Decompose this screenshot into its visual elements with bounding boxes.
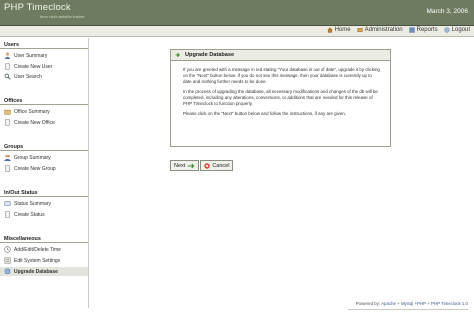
panel-paragraph-1: If you are greeted with a message in red… (183, 67, 380, 84)
sidebar-section-groups: Groups (0, 143, 88, 151)
clock-icon (4, 246, 11, 253)
user-icon (4, 52, 11, 59)
database-icon (4, 268, 11, 275)
sidebar-item-upgrade-database[interactable]: Upgrade Database (0, 267, 88, 276)
logout-icon (444, 27, 450, 33)
nav-logout-label: Logout (451, 27, 470, 33)
office-icon (4, 109, 11, 115)
nav-home-label: Home (334, 27, 351, 33)
sidebar-item-add-edit-delete-time[interactable]: Add/Edit/Delete Time (4, 245, 88, 254)
sidebar-item-create-status[interactable]: Create Status (4, 210, 88, 219)
panel-header: Upgrade Database (171, 50, 390, 61)
sidebar: Users User Summary Create New User User … (0, 38, 89, 308)
footer-link-apache[interactable]: Apache (381, 301, 396, 306)
footer-powered-by: Powered by: (355, 301, 381, 306)
sidebar-item-label: Add/Edit/Delete Time (14, 246, 61, 253)
admin-icon (357, 28, 363, 32)
search-icon (4, 73, 11, 80)
sidebar-item-create-new-group[interactable]: Create New Group (4, 164, 88, 173)
panel-title: Upgrade Database (185, 52, 235, 58)
sidebar-item-group-summary[interactable]: Group Summary (4, 153, 88, 162)
home-icon (326, 27, 333, 33)
reports-icon (409, 27, 415, 33)
footer-divider (348, 309, 468, 310)
sidebar-item-label: Create New Office (14, 119, 55, 126)
sidebar-item-user-search[interactable]: User Search (4, 72, 88, 81)
sidebar-section-misc: Miscellaneous (0, 235, 88, 243)
cancel-icon (204, 162, 211, 169)
cancel-button[interactable]: Cancel (200, 160, 234, 171)
nav-administration[interactable]: Administration (357, 27, 403, 33)
footer-link-mysql[interactable]: MySql (401, 301, 413, 306)
sidebar-section-offices: Offices (0, 97, 88, 105)
document-icon (5, 63, 10, 70)
sidebar-item-status-summary[interactable]: Status Summary (4, 199, 88, 208)
footer-link-app[interactable]: PHP Timeclock 1.0 (431, 301, 468, 306)
cancel-button-label: Cancel (212, 162, 230, 169)
sidebar-item-label: User Summary (14, 52, 48, 59)
sidebar-section-status: In/Out Status (0, 189, 88, 197)
nav-reports-label: Reports (416, 27, 438, 33)
next-button-label: Next (174, 162, 186, 169)
arrow-right-icon (187, 163, 195, 168)
sidebar-item-label: Group Summary (14, 154, 51, 161)
sidebar-item-office-summary[interactable]: Office Summary (4, 107, 88, 116)
nav-logout[interactable]: Logout (444, 27, 470, 33)
sidebar-item-label: User Search (14, 73, 42, 80)
footer-credits: Powered by: Apache + MySql +PHP + PHP Ti… (356, 301, 468, 306)
app-logo[interactable]: PHP Timeclock (4, 2, 71, 13)
panel-paragraph-2: In the process of upgrading the database… (183, 89, 378, 106)
sidebar-item-create-new-office[interactable]: Create New Office (4, 118, 88, 127)
sidebar-item-label: Office Summary (14, 108, 50, 115)
panel-paragraph-3: Please click on the "Next" button below … (183, 111, 346, 116)
upgrade-database-panel: Upgrade Database If you are greeted with… (170, 49, 391, 147)
panel-body: If you are greeted with a message in red… (171, 61, 390, 117)
sidebar-item-label: Create Status (14, 211, 45, 218)
status-icon (4, 201, 11, 206)
nav-administration-label: Administration (364, 27, 403, 33)
sidebar-item-label: Upgrade Database (14, 268, 58, 275)
current-date: March 3, 2006 (426, 8, 468, 15)
document-icon (5, 211, 10, 218)
logo-tagline: time clock website tracker (40, 15, 85, 19)
settings-icon (4, 257, 11, 264)
sidebar-item-edit-system-settings[interactable]: Edit System Settings (4, 256, 88, 265)
sidebar-item-user-summary[interactable]: User Summary (4, 51, 88, 60)
footer: Powered by: Apache + MySql +PHP + PHP Ti… (0, 298, 474, 316)
document-icon (5, 119, 10, 126)
sidebar-item-label: Status Summary (14, 200, 51, 207)
app-header: PHP Timeclock time clock website tracker… (0, 0, 474, 26)
sidebar-item-label: Create New Group (14, 165, 56, 172)
next-button[interactable]: Next (170, 160, 200, 171)
nav-home[interactable]: Home (326, 27, 351, 33)
sidebar-item-create-new-user[interactable]: Create New User (4, 62, 88, 71)
footer-link-php[interactable]: PHP (417, 301, 426, 306)
top-nav: Home Administration Reports Logout (0, 26, 474, 37)
arrow-right-icon (175, 52, 180, 58)
sidebar-item-label: Create New User (14, 63, 53, 70)
sidebar-section-users: Users (0, 41, 88, 49)
group-icon (4, 154, 11, 161)
action-buttons: Next Cancel (170, 160, 234, 171)
sidebar-item-label: Edit System Settings (14, 257, 61, 264)
nav-reports[interactable]: Reports (409, 27, 438, 33)
document-icon (5, 165, 10, 172)
